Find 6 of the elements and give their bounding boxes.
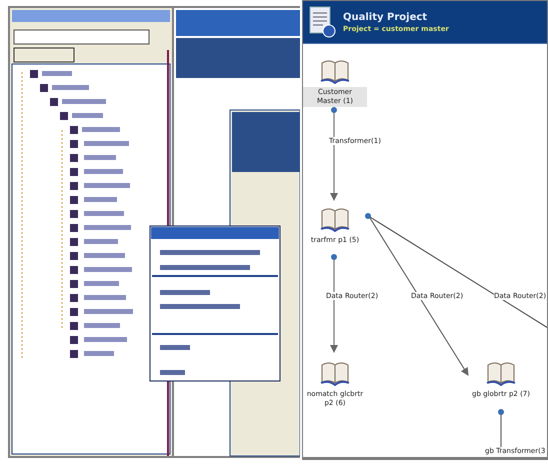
open-book-icon — [486, 360, 516, 386]
project-title: Quality Project — [343, 12, 428, 22]
document-icon — [309, 6, 337, 38]
open-book-icon — [320, 360, 350, 386]
open-book-icon — [320, 58, 350, 84]
open-book-icon — [320, 206, 350, 232]
